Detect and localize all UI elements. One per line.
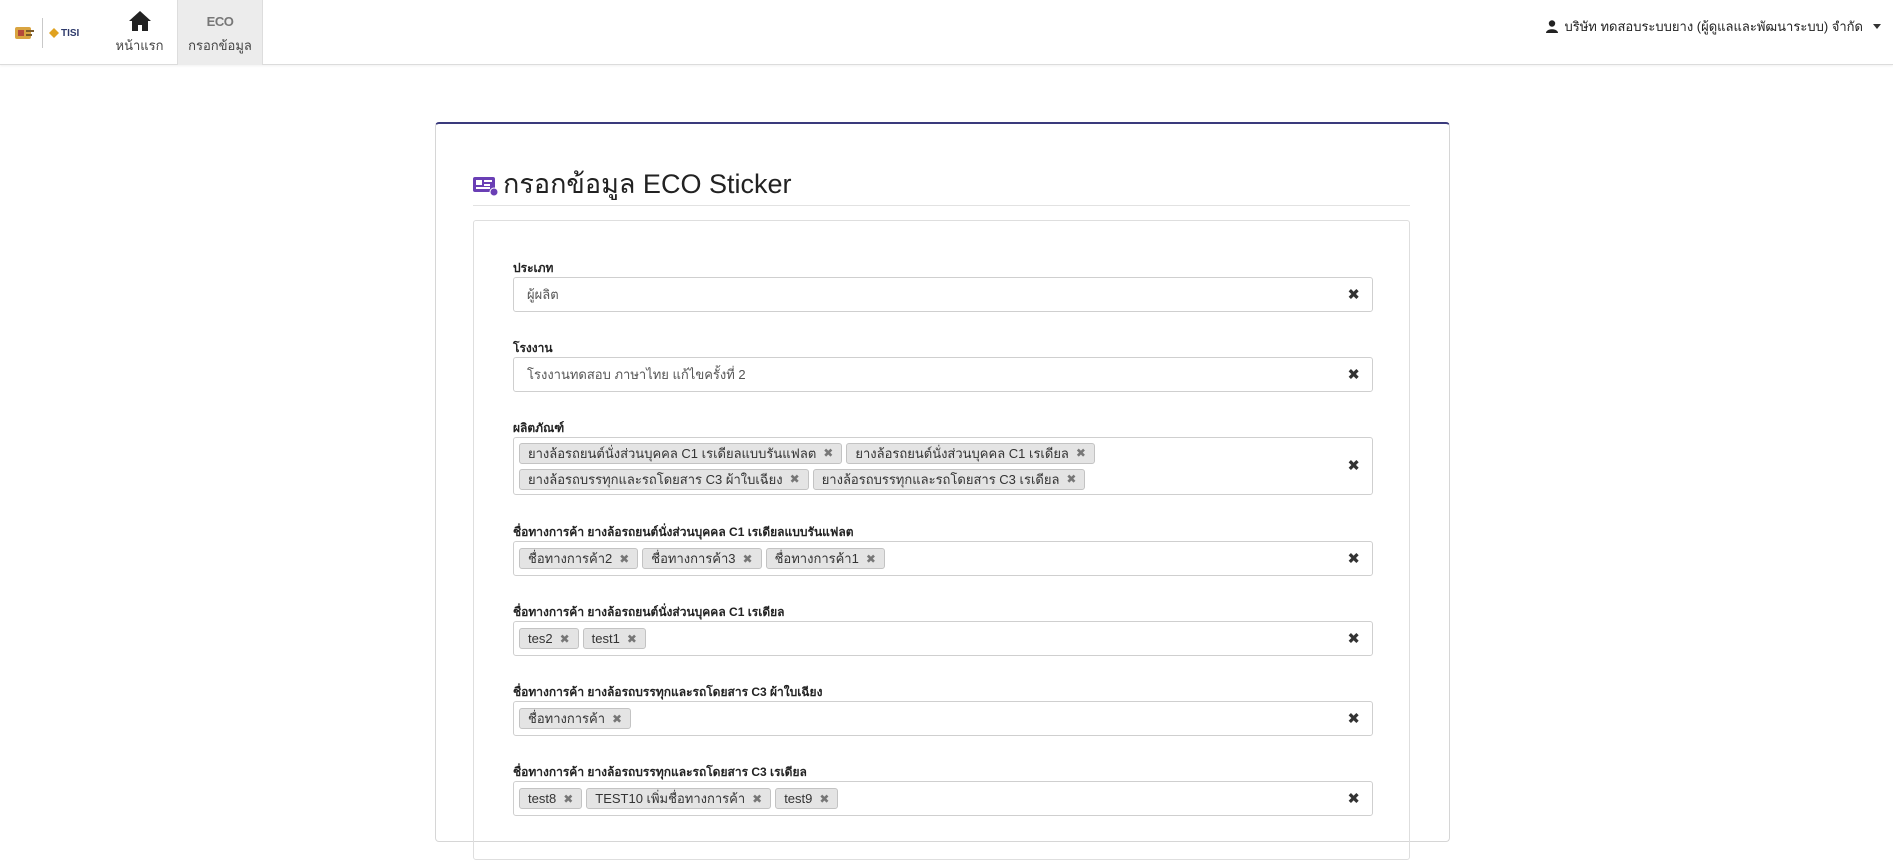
nav-home[interactable]: หน้าแรก: [102, 0, 177, 65]
type-label: ประเภท: [513, 261, 554, 275]
nav-home-label: หน้าแรก: [115, 38, 164, 53]
brand-c1-radial-multiselect[interactable]: tes2 ✖ test1 ✖ ✖: [513, 621, 1373, 656]
page-title-text: กรอกข้อมูล ECO Sticker: [503, 169, 792, 199]
type-field: ประเภท ผู้ผลิต ✖: [513, 259, 1373, 312]
type-clear-icon[interactable]: ✖: [1347, 287, 1360, 302]
brand-c3-bias-field: ชื่อทางการค้า ยางล้อรถบรรทุกและรถโดยสาร …: [513, 683, 1373, 736]
id-card-icon: [473, 173, 499, 196]
eco-sticker-card: กรอกข้อมูล ECO Sticker ประเภท ผู้ผลิต ✖ …: [435, 122, 1450, 860]
tag-remove-icon[interactable]: ✖: [743, 552, 753, 566]
factory-value: โรงงานทดสอบ ภาษาไทย แก้ไขครั้งที่ 2: [527, 367, 746, 382]
tag-remove-icon[interactable]: ✖: [823, 446, 833, 460]
top-navbar: TISI หน้าแรก ECO กรอกข้อมูล บริษัท ทดสอบ…: [0, 0, 1893, 65]
factory-field: โรงงาน โรงงานทดสอบ ภาษาไทย แก้ไขครั้งที่…: [513, 339, 1373, 392]
tag-remove-icon[interactable]: ✖: [790, 472, 800, 486]
eco-glyph-text: ECO: [206, 13, 234, 29]
tag-remove-icon[interactable]: ✖: [619, 552, 629, 566]
factory-select[interactable]: โรงงานทดสอบ ภาษาไทย แก้ไขครั้งที่ 2 ✖: [513, 357, 1373, 392]
brand-tag: ชื่อทางการค้า2 ✖: [519, 548, 639, 569]
tag-remove-icon[interactable]: ✖: [560, 632, 570, 646]
brand-separator: [42, 18, 43, 48]
brand-c3-bias-clear-icon[interactable]: ✖: [1347, 711, 1360, 726]
title-divider: [473, 205, 1410, 206]
ministry-logo-icon: [14, 24, 36, 42]
brand-c3-radial-label: ชื่อทางการค้า ยางล้อรถบรรทุกและรถโดยสาร …: [513, 765, 807, 779]
products-clear-icon[interactable]: ✖: [1347, 459, 1360, 474]
brand-tag: ชื่อทางการค้า3 ✖: [642, 548, 762, 569]
product-tag: ยางล้อรถบรรทุกและรถโดยสาร C3 เรเดียล ✖: [812, 468, 1086, 490]
brand-c1-runflat-multiselect[interactable]: ชื่อทางการค้า2 ✖ ชื่อทางการค้า3 ✖ ชื่อทางก…: [513, 541, 1373, 576]
brand-tag: ชื่อทางการค้า ✖: [519, 708, 632, 729]
tag-remove-icon[interactable]: ✖: [612, 712, 622, 726]
eco-icon: ECO: [207, 9, 234, 33]
tag-remove-icon[interactable]: ✖: [1066, 472, 1076, 486]
brand-logo[interactable]: TISI: [14, 18, 84, 48]
tag-remove-icon[interactable]: ✖: [627, 632, 637, 646]
brand-c1-radial-clear-icon[interactable]: ✖: [1347, 631, 1360, 646]
brand-tag: tes2 ✖: [519, 628, 579, 649]
tag-remove-icon[interactable]: ✖: [866, 552, 876, 566]
home-icon: [128, 9, 152, 33]
brand-tag: TEST10 เพิ่มชื่อทางการค้า ✖: [586, 788, 772, 809]
brand-c3-radial-multiselect[interactable]: test8 ✖ TEST10 เพิ่มชื่อทางการค้า ✖ test9 ✖…: [513, 781, 1373, 816]
brand-tag: test1 ✖: [582, 628, 646, 649]
tag-remove-icon[interactable]: ✖: [563, 792, 573, 806]
nav-eco-label: กรอกข้อมูล: [188, 38, 252, 53]
products-label: ผลิตภัณฑ์: [513, 421, 565, 435]
brand-tag: test8 ✖: [519, 788, 583, 809]
tisi-diamond-icon: [49, 28, 59, 38]
brand-tag: ชื่อทางการค้า1 ✖: [765, 548, 885, 569]
tag-remove-icon[interactable]: ✖: [1076, 446, 1086, 460]
tag-remove-icon[interactable]: ✖: [819, 792, 829, 806]
user-name: บริษัท ทดสอบระบบยาง (ผู้ดูแลและพัฒนาระบบ…: [1564, 18, 1863, 34]
factory-clear-icon[interactable]: ✖: [1347, 367, 1360, 382]
user-menu[interactable]: บริษัท ทดสอบระบบยาง (ผู้ดูแลและพัฒนาระบบ…: [1546, 16, 1881, 36]
brand-tag: test9 ✖: [775, 788, 839, 809]
brand-c1-runflat-label: ชื่อทางการค้า ยางล้อรถยนต์นั่งส่วนบุคคล …: [513, 525, 854, 539]
product-tag: ยางล้อรถยนต์นั่งส่วนบุคคล C1 เรเดียลแบบร…: [519, 442, 843, 464]
nav-eco-data-entry[interactable]: ECO กรอกข้อมูล: [177, 0, 263, 65]
user-icon: [1546, 19, 1559, 33]
products-multiselect[interactable]: ยางล้อรถยนต์นั่งส่วนบุคคล C1 เรเดียลแบบร…: [513, 437, 1373, 495]
products-field: ผลิตภัณฑ์ ยางล้อรถยนต์นั่งส่วนบุคคล C1 เ…: [513, 419, 1373, 495]
brand-c1-radial-field: ชื่อทางการค้า ยางล้อรถยนต์นั่งส่วนบุคคล …: [513, 603, 1373, 656]
type-value: ผู้ผลิต: [527, 287, 559, 302]
factory-label: โรงงาน: [513, 341, 553, 355]
brand-c1-runflat-field: ชื่อทางการค้า ยางล้อรถยนต์นั่งส่วนบุคคล …: [513, 523, 1373, 576]
type-select[interactable]: ผู้ผลิต ✖: [513, 277, 1373, 312]
brand-c1-runflat-clear-icon[interactable]: ✖: [1347, 551, 1360, 566]
brand-c3-radial-clear-icon[interactable]: ✖: [1347, 791, 1360, 806]
brand-c1-radial-label: ชื่อทางการค้า ยางล้อรถยนต์นั่งส่วนบุคคล …: [513, 605, 785, 619]
brand-c3-radial-field: ชื่อทางการค้า ยางล้อรถบรรทุกและรถโดยสาร …: [513, 763, 1373, 816]
product-tag: ยางล้อรถยนต์นั่งส่วนบุคคล C1 เรเดียล ✖: [846, 442, 1095, 464]
tag-remove-icon[interactable]: ✖: [752, 792, 762, 806]
brand-c3-bias-label: ชื่อทางการค้า ยางล้อรถบรรทุกและรถโดยสาร …: [513, 685, 823, 699]
brand-text: TISI: [61, 27, 80, 39]
form-panel: ประเภท ผู้ผลิต ✖ โรงงาน โรงงานทดสอบ ภาษา…: [473, 220, 1410, 860]
product-tag: ยางล้อรถบรรทุกและรถโดยสาร C3 ผ้าใบเฉียง ✖: [519, 468, 809, 490]
page-title: กรอกข้อมูล ECO Sticker: [473, 162, 791, 205]
chevron-down-icon: [1873, 23, 1881, 29]
brand-c3-bias-multiselect[interactable]: ชื่อทางการค้า ✖ ✖: [513, 701, 1373, 736]
